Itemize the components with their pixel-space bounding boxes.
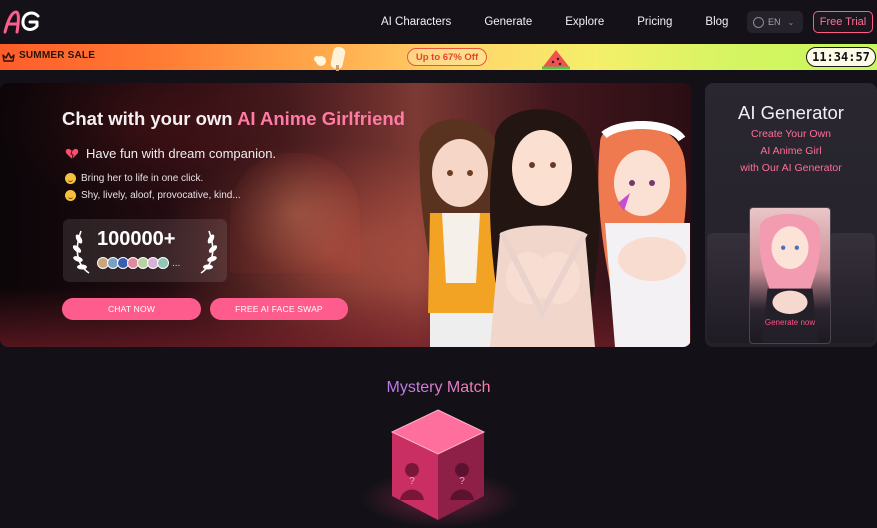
nav-links: AI Characters Generate Explore Pricing B… bbox=[381, 0, 761, 44]
mystery-match-title-text: Mystery Match bbox=[386, 379, 491, 396]
avatars-more: ... bbox=[172, 257, 181, 269]
question-mark-icon: ? bbox=[459, 476, 465, 487]
hero-title: Chat with your own AI Anime Girlfriend bbox=[62, 108, 405, 130]
page: AI Characters Generate Explore Pricing B… bbox=[0, 0, 877, 528]
hero-line-2-text: Shy, lively, aloof, provocative, kind... bbox=[81, 190, 241, 201]
smile-emoji-icon bbox=[65, 173, 76, 184]
generator-line-1: Create Your Own bbox=[751, 128, 831, 140]
nav-explore[interactable]: Explore bbox=[565, 16, 604, 28]
language-selector[interactable]: EN ⌄ bbox=[747, 11, 803, 33]
globe-icon bbox=[753, 16, 764, 28]
avatar bbox=[157, 257, 169, 269]
free-trial-button[interactable]: Free Trial bbox=[813, 11, 873, 33]
ai-generator-card[interactable]: AI Generator Create Your Own AI Anime Gi… bbox=[705, 83, 877, 347]
laurel-left-icon bbox=[72, 230, 90, 274]
generator-line-3: with Our AI Generator bbox=[740, 162, 842, 174]
top-nav: AI Characters Generate Explore Pricing B… bbox=[0, 0, 877, 44]
sale-label: SUMMER SALE bbox=[19, 50, 96, 61]
laurel-right-icon bbox=[200, 230, 218, 274]
user-count-box: 100000+ ... bbox=[63, 219, 227, 282]
generate-now-button[interactable]: Generate now bbox=[751, 318, 829, 330]
chat-now-button[interactable]: CHAT NOW bbox=[62, 298, 201, 320]
sale-offer-pill: Up to 67% Off bbox=[407, 48, 487, 66]
hero-title-prefix: Chat with your own bbox=[62, 108, 238, 129]
user-avatars: ... bbox=[97, 257, 180, 269]
user-count: 100000+ bbox=[97, 228, 176, 250]
hero-subtitle: Have fun with dream companion. bbox=[65, 146, 276, 161]
nav-ai-characters[interactable]: AI Characters bbox=[381, 16, 451, 28]
hero-line-1: Bring her to life in one click. bbox=[65, 173, 203, 184]
watermelon-icon bbox=[542, 50, 570, 70]
mystery-box-icon[interactable]: ? ? bbox=[388, 408, 488, 526]
nav-blog[interactable]: Blog bbox=[705, 16, 728, 28]
mystery-match-title: Mystery Match bbox=[0, 379, 877, 397]
language-label: EN bbox=[768, 17, 781, 27]
face-swap-button[interactable]: FREE AI FACE SWAP bbox=[210, 298, 348, 320]
hero-banner: Chat with your own AI Anime Girlfriend H… bbox=[0, 83, 691, 347]
grin-emoji-icon bbox=[65, 190, 76, 201]
generator-line-2: AI Anime Girl bbox=[760, 145, 822, 157]
ice-cream-icon bbox=[314, 47, 346, 71]
broken-heart-icon bbox=[65, 148, 79, 159]
generator-title: AI Generator bbox=[738, 102, 844, 123]
nav-generate[interactable]: Generate bbox=[484, 16, 532, 28]
generator-thumbnail bbox=[707, 233, 753, 343]
hero-line-1-text: Bring her to life in one click. bbox=[81, 173, 204, 184]
hero-line-2: Shy, lively, aloof, provocative, kind... bbox=[65, 190, 241, 201]
question-mark-icon: ? bbox=[409, 476, 415, 487]
generator-thumbnail bbox=[829, 233, 875, 343]
crown-icon bbox=[2, 52, 15, 62]
ag-logo-icon[interactable] bbox=[2, 6, 42, 38]
anime-girls-illustration bbox=[419, 109, 690, 347]
sale-countdown-timer: 11:34:57 bbox=[806, 47, 876, 67]
hero-title-highlight: AI Anime Girlfriend bbox=[237, 108, 405, 129]
nav-pricing[interactable]: Pricing bbox=[637, 16, 672, 28]
summer-sale-banner[interactable]: SUMMER SALE Up to 67% Off 11:34:57 bbox=[0, 44, 877, 71]
chevron-down-icon: ⌄ bbox=[787, 17, 795, 27]
hero-subtitle-text: Have fun with dream companion. bbox=[86, 146, 277, 161]
